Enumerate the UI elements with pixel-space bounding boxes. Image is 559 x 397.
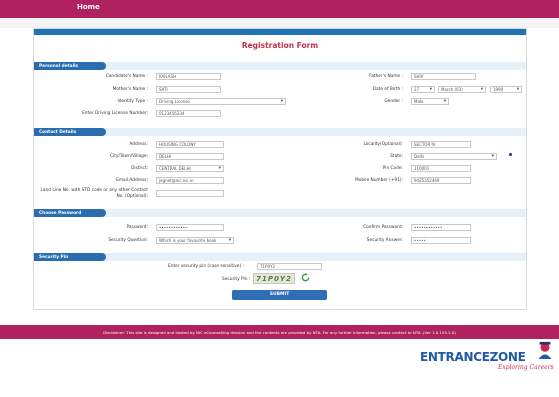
state-select[interactable]: Delhi (411, 153, 497, 160)
submit-button[interactable]: SUBMIT (232, 290, 327, 300)
address-label: Address: (129, 142, 148, 147)
email-label: Email Address: (116, 178, 148, 183)
state-label: State: (390, 154, 403, 159)
candidate-name-input[interactable]: KAILASH (156, 73, 221, 80)
locality-label: Locality(Optional): (363, 142, 403, 147)
graduate-logo-icon (538, 341, 552, 359)
footer-bar: Disclaimer: This site is designed and ho… (0, 325, 559, 339)
security-question-select[interactable]: Which is your favourite book (156, 237, 234, 244)
mother-name-label: Mother's Name : (112, 87, 148, 92)
section-tab: Choose Password (34, 209, 106, 217)
license-input[interactable]: 0123456234 (156, 110, 221, 117)
pincode-label: Pin Code: (382, 166, 403, 171)
locality-input[interactable]: SECTOR IV (411, 141, 471, 148)
enter-pin-label: Enter security pin (case sensitive) : (168, 264, 244, 269)
city-input[interactable]: DELHI (156, 153, 224, 160)
captcha-image: 71P0Y2 (253, 273, 295, 284)
section-tab: Security Pin (34, 253, 106, 261)
id-type-label: Identity Type : (117, 99, 148, 104)
father-name-label: Father's Name : (369, 74, 403, 79)
section-tab: Contact Details (34, 128, 106, 136)
form-title: Registration Form (241, 41, 319, 50)
pincode-input[interactable]: 110001 (411, 165, 471, 172)
dob-year-select[interactable]: 1990 (490, 86, 522, 93)
id-type-select[interactable]: Driving License (156, 98, 286, 105)
section-tab: Personal details (34, 62, 106, 70)
district-label: District: (131, 166, 148, 171)
section-title: Choose Password (39, 210, 82, 216)
security-answer-input[interactable]: ••••• (411, 237, 471, 244)
district-select[interactable]: CENTRAL DELHI (156, 165, 224, 172)
refresh-icon[interactable] (301, 273, 310, 282)
enter-pin-input[interactable]: 71P0Y2 (257, 263, 322, 270)
section-contact-details: Contact Details (34, 128, 526, 136)
security-answer-label: Security Answer: (366, 238, 403, 243)
mobile-input[interactable]: 9425352469 (411, 177, 471, 184)
license-label: Enter Driving License Number: (82, 111, 148, 116)
dob-day-select[interactable]: 27 (411, 86, 435, 93)
section-title: Personal details (39, 63, 79, 69)
info-dot-icon (509, 153, 512, 156)
father-name-input[interactable]: SHIV (411, 73, 476, 80)
confirm-password-label: Confirm Password: (363, 225, 403, 230)
security-pin-label: Security Pin : (222, 277, 251, 282)
mobile-label: Mobile Number (+91): (355, 178, 403, 183)
section-title: Contact Details (39, 129, 77, 135)
landline-input[interactable] (156, 190, 224, 197)
password-label: Password: (126, 225, 148, 230)
landline-label-line2: No. (Optional): (116, 194, 148, 199)
dob-label: Date of Birth : (372, 87, 403, 92)
landline-label-line1: Land Line No. with STD code or any other… (40, 188, 148, 193)
nav-home-link[interactable]: Home (77, 3, 100, 11)
mother-name-input[interactable]: SATI (156, 86, 221, 93)
section-personal-details: Personal details (34, 62, 526, 70)
top-spacer (0, 18, 559, 28)
brand-logo-text: ENTRANCEZONE (420, 350, 526, 364)
footer-disclaimer: Disclaimer: This site is designed and ho… (103, 329, 456, 335)
candidate-name-label: Candidate's Name : (105, 74, 148, 79)
gender-label: Gender : (384, 99, 403, 104)
dob-month-select[interactable]: March (03) (438, 86, 486, 93)
brand-tagline: Exploring Careers (498, 364, 554, 371)
section-security-pin: Security Pin (34, 253, 526, 261)
top-nav-bar: Home (0, 0, 559, 18)
section-title: Security Pin (39, 254, 69, 260)
confirm-password-input[interactable]: •••••••••••• (411, 224, 471, 231)
section-choose-password: Choose Password (34, 209, 526, 217)
city-label: City/Town/Village: (110, 154, 148, 159)
gender-select[interactable]: Male (411, 98, 449, 105)
security-question-label: Security Question: (108, 238, 148, 243)
password-input[interactable]: •••••••••••• (156, 224, 224, 231)
card-header-strip (34, 29, 526, 35)
email-input[interactable]: jagnet@nic.nic.in (156, 177, 224, 184)
address-input[interactable]: HOUSING COLONY (156, 141, 224, 148)
